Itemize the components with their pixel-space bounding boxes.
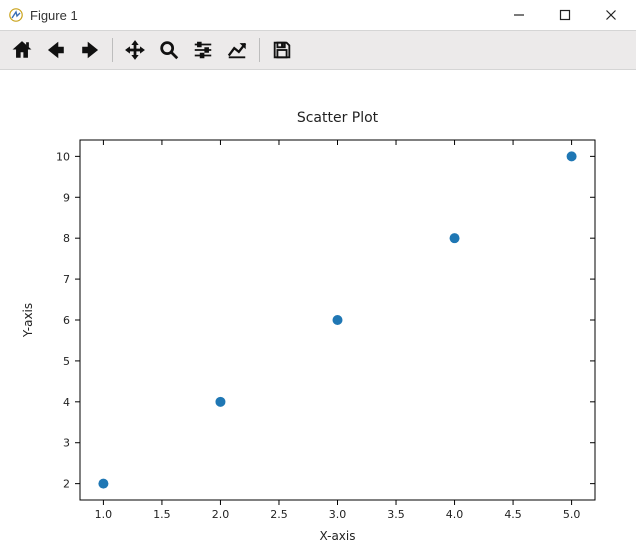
toolbar-separator [259, 38, 260, 62]
data-point [98, 479, 108, 489]
data-point [450, 233, 460, 243]
home-icon [11, 39, 33, 61]
save-icon [271, 39, 293, 61]
plot-area: 1.0 1.5 2.0 2.5 3.0 3.5 4.0 4.5 5.0 2 3 4 5 6 7 8 9 10 Sca… [0, 70, 636, 554]
x-tick-label: 4.0 [446, 508, 464, 521]
data-point [215, 397, 225, 407]
toolbar-pan-button[interactable] [119, 34, 151, 66]
toolbar-editaxes-button[interactable] [221, 34, 253, 66]
x-tick-label: 4.5 [504, 508, 522, 521]
toolbar-configure-button[interactable] [187, 34, 219, 66]
toolbar-separator [112, 38, 113, 62]
y-tick-label: 5 [63, 355, 70, 368]
y-tick-label: 2 [63, 478, 70, 491]
app-icon [8, 7, 24, 23]
y-tick-label: 8 [63, 232, 70, 245]
x-tick-label: 1.5 [153, 508, 171, 521]
toolbar-save-button[interactable] [266, 34, 298, 66]
data-point [333, 315, 343, 325]
toolbar-home-button[interactable] [6, 34, 38, 66]
move-icon [124, 39, 146, 61]
matplotlib-toolbar [0, 30, 636, 70]
y-tick-label: 10 [56, 150, 70, 163]
window-title: Figure 1 [30, 8, 78, 23]
sliders-icon [192, 39, 214, 61]
toolbar-zoom-button[interactable] [153, 34, 185, 66]
window-minimize-button[interactable] [496, 0, 542, 30]
window-maximize-button[interactable] [542, 0, 588, 30]
x-axis-label: X-axis [320, 529, 356, 543]
y-tick-label: 3 [63, 437, 70, 450]
x-tick-label: 3.0 [329, 508, 347, 521]
x-tick-label: 5.0 [563, 508, 581, 521]
x-tick-label: 2.5 [270, 508, 288, 521]
scatter-plot: 1.0 1.5 2.0 2.5 3.0 3.5 4.0 4.5 5.0 2 3 4 5 6 7 8 9 10 Sca… [0, 70, 636, 554]
toolbar-forward-button[interactable] [74, 34, 106, 66]
window-titlebar: Figure 1 [0, 0, 636, 30]
toolbar-back-button[interactable] [40, 34, 72, 66]
arrow-left-icon [45, 39, 67, 61]
line-chart-icon [226, 39, 248, 61]
y-tick-label: 9 [63, 191, 70, 204]
y-tick-label: 4 [63, 396, 70, 409]
window-close-button[interactable] [588, 0, 634, 30]
x-tick-label: 1.0 [95, 508, 113, 521]
y-tick-label: 7 [63, 273, 70, 286]
chart-title: Scatter Plot [297, 110, 379, 126]
magnify-icon [158, 39, 180, 61]
x-tick-label: 2.0 [212, 508, 230, 521]
x-tick-label: 3.5 [387, 508, 405, 521]
data-point [567, 151, 577, 161]
arrow-right-icon [79, 39, 101, 61]
y-axis-label: Y-axis [21, 303, 35, 338]
y-tick-label: 6 [63, 314, 70, 327]
